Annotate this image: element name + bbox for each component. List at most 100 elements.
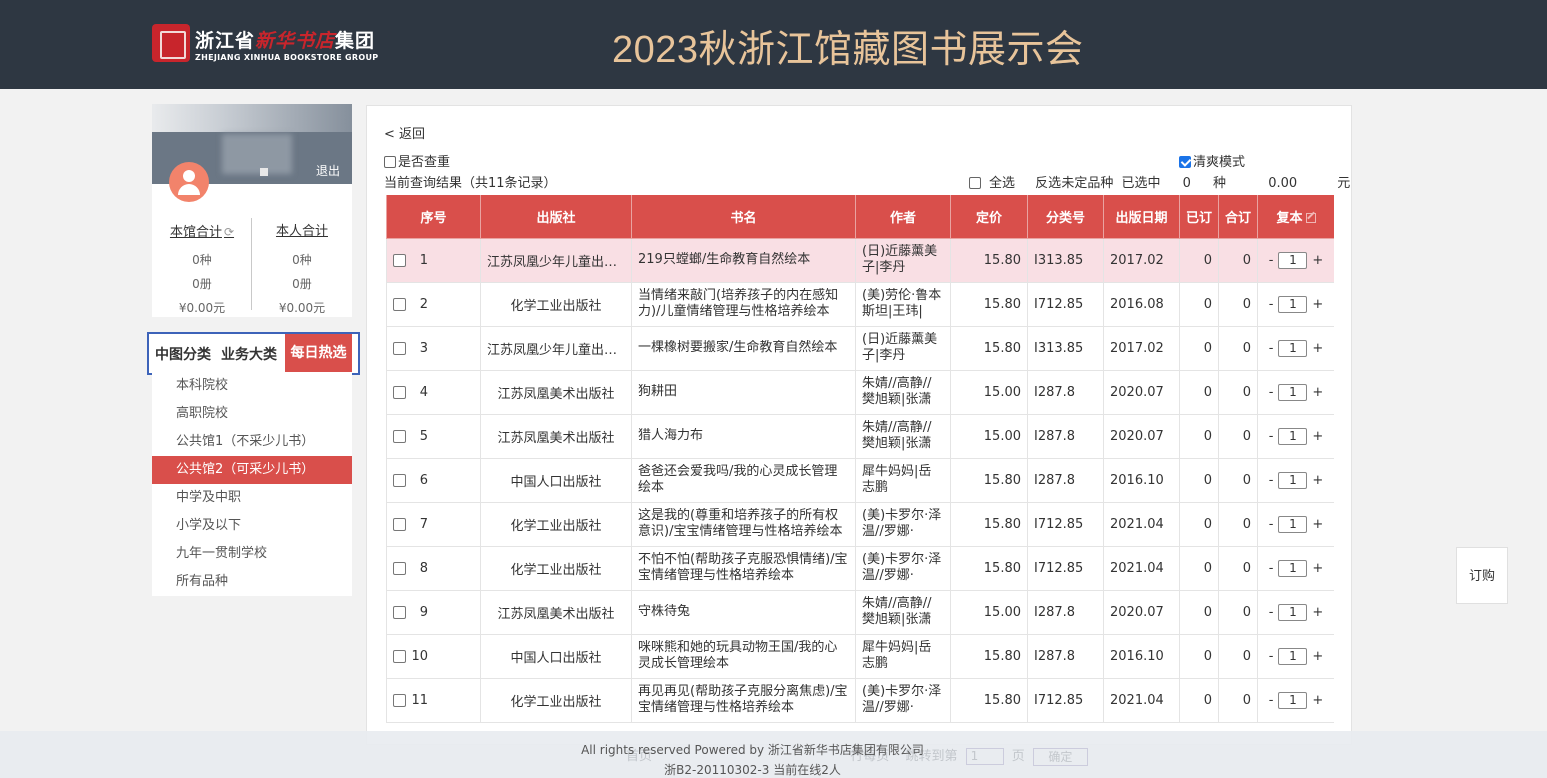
increment-button[interactable]: + [1312,517,1323,532]
book-title-link[interactable]: 再见再见(帮助孩子克服分离焦虑)/宝宝情绪管理与性格培养绘本 [638,684,849,716]
book-title-link[interactable]: 猎人海力布 [638,428,849,444]
increment-button[interactable]: + [1312,385,1323,400]
xinhua-logo[interactable]: 浙江省新华书店集团 ZHEJIANG XINHUA BOOKSTORE GROU… [152,22,397,64]
category-item[interactable]: 公共馆2（可采少儿书） [152,456,352,484]
book-title-link[interactable]: 这是我的(尊重和培养孩子的所有权意识)/宝宝情绪管理与性格培养绘本 [638,508,849,540]
table-row[interactable]: 11 化学工业出版社 再见再见(帮助孩子克服分离焦虑)/宝宝情绪管理与性格培养绘本 (… [386,677,1334,723]
book-title-link[interactable]: 当情绪来敲门(培养孩子的内在感知力)/儿童情绪管理与性格培养绘本 [638,288,849,320]
increment-button[interactable]: + [1312,693,1323,708]
book-title-link[interactable]: 219只螳螂/生命教育自然绘本 [638,252,849,268]
library-total-link[interactable]: 本馆合计 ⟳ [170,222,234,242]
decrement-button[interactable]: - [1269,561,1274,576]
increment-button[interactable]: + [1312,561,1323,576]
category-item[interactable]: 小学及以下 [152,512,352,540]
decrement-button[interactable]: - [1269,517,1274,532]
row-checkbox[interactable] [393,693,406,707]
col-header-copies[interactable]: 复本 [1257,195,1334,239]
decrement-button[interactable]: - [1269,385,1274,400]
table-row[interactable]: 3 江苏凤凰少年儿童出版社 一棵橡树要搬家/生命教育自然绘本 (日)近藤薰美子|李丹 1… [386,325,1334,371]
top-header: 浙江省新华书店集团 ZHEJIANG XINHUA BOOKSTORE GROU… [0,0,1547,89]
category-item[interactable]: 高职院校 [152,400,352,428]
decrement-button[interactable]: - [1269,605,1274,620]
decrement-button[interactable]: - [1269,297,1274,312]
tab-daily-hot[interactable]: 每日热选 [285,334,352,373]
checkbox-icon[interactable] [384,156,396,168]
book-title-link[interactable]: 守株待兔 [638,604,849,620]
increment-button[interactable]: + [1312,473,1323,488]
refresh-icon[interactable]: ⟳ [224,225,234,239]
book-title-link[interactable]: 咪咪熊和她的玩具动物王国/我的心灵成长管理绘本 [638,640,849,672]
dedupe-checkbox[interactable]: 是否查重 [384,151,450,170]
decrement-button[interactable]: - [1269,693,1274,708]
row-checkbox[interactable] [393,473,406,487]
book-title-link[interactable]: 爸爸还会爱我吗/我的心灵成长管理绘本 [638,464,849,496]
checkbox-checked-icon[interactable] [1179,156,1191,168]
row-checkbox[interactable] [393,517,406,531]
quantity-input[interactable]: 1 [1278,559,1308,577]
quantity-input[interactable]: 1 [1278,691,1308,709]
table-row[interactable]: 2 化学工业出版社 当情绪来敲门(培养孩子的内在感知力)/儿童情绪管理与性格培养绘本… [386,281,1334,327]
book-title-link[interactable]: 狗耕田 [638,384,849,400]
clean-mode-checkbox[interactable]: 清爽模式 [1179,151,1245,170]
table-row[interactable]: 6 中国人口出版社 爸爸还会爱我吗/我的心灵成长管理绘本 犀牛妈妈|岳志鹏 15.80 I… [386,457,1334,503]
quantity-input[interactable]: 1 [1278,515,1308,533]
author-cell: (日)近藤薰美子|李丹 [855,237,951,283]
tab-business-category[interactable]: 业务大类 [221,344,277,364]
quantity-input[interactable]: 1 [1278,647,1308,665]
increment-button[interactable]: + [1312,605,1323,620]
decrement-button[interactable]: - [1269,341,1274,356]
decrement-button[interactable]: - [1269,473,1274,488]
order-button[interactable]: 订购 [1456,547,1508,604]
kind-unit: 种 [1213,176,1227,191]
logout-link[interactable]: 退出 [316,162,340,179]
quantity-input[interactable]: 1 [1278,251,1308,269]
table-row[interactable]: 8 化学工业出版社 不怕不怕(帮助孩子克服恐惧情绪)/宝宝情绪管理与性格培养绘本 (美… [386,545,1334,591]
quantity-input[interactable]: 1 [1278,383,1308,401]
main-panel: < 返回 是否查重 清爽模式 当前查询结果（共11条记录） 全选 反选 未定品种… [366,105,1352,745]
category-item[interactable]: 九年一贯制学校 [152,540,352,568]
increment-button[interactable]: + [1312,297,1323,312]
edit-icon[interactable] [1305,212,1316,223]
row-checkbox[interactable] [393,561,406,575]
decrement-button[interactable]: - [1269,253,1274,268]
category-item[interactable]: 本科院校 [152,372,352,400]
row-checkbox[interactable] [393,253,406,267]
table-row[interactable]: 5 江苏凤凰美术出版社 猎人海力布 朱婧//高静//樊旭颖|张潇 15.00 I287.8… [386,413,1334,459]
row-checkbox[interactable] [393,605,406,619]
category-item[interactable]: 所有品种 [152,568,352,596]
table-row[interactable]: 1 江苏凤凰少年儿童出版社 219只螳螂/生命教育自然绘本 (日)近藤薰美子|李丹 15… [386,237,1334,283]
increment-button[interactable]: + [1312,649,1323,664]
decrement-button[interactable]: - [1269,429,1274,444]
table-row[interactable]: 7 化学工业出版社 这是我的(尊重和培养孩子的所有权意识)/宝宝情绪管理与性格培养绘… [386,501,1334,547]
increment-button[interactable]: + [1312,253,1323,268]
invert-selection-link[interactable]: 反选 [1035,176,1061,191]
increment-button[interactable]: + [1312,341,1323,356]
back-link[interactable]: < 返回 [384,123,425,142]
select-all-checkbox[interactable]: 全选 [969,176,1023,191]
book-title-link[interactable]: 一棵橡树要搬家/生命教育自然绘本 [638,340,849,356]
row-checkbox[interactable] [393,429,406,443]
category-item[interactable]: 中学及中职 [152,484,352,512]
quantity-input[interactable]: 1 [1278,603,1308,621]
checkbox-icon[interactable] [969,177,981,189]
book-title-link[interactable]: 不怕不怕(帮助孩子克服恐惧情绪)/宝宝情绪管理与性格培养绘本 [638,552,849,584]
quantity-input[interactable]: 1 [1278,427,1308,445]
tab-clc-category[interactable]: 中图分类 [155,344,211,364]
decrement-button[interactable]: - [1269,649,1274,664]
row-checkbox[interactable] [393,297,406,311]
table-row[interactable]: 4 江苏凤凰美术出版社 狗耕田 朱婧//高静//樊旭颖|张潇 15.00 I287.8 20… [386,369,1334,415]
row-checkbox[interactable] [393,385,406,399]
undecided-link[interactable]: 未定品种 [1061,176,1113,191]
row-checkbox[interactable] [393,341,406,355]
quantity-input[interactable]: 1 [1278,339,1308,357]
quantity-input[interactable]: 1 [1278,471,1308,489]
personal-total-link[interactable]: 本人合计 [276,222,328,242]
row-checkbox[interactable] [393,649,406,663]
quantity-input[interactable]: 1 [1278,295,1308,313]
table-row[interactable]: 10 中国人口出版社 咪咪熊和她的玩具动物王国/我的心灵成长管理绘本 犀牛妈妈|岳志鹏… [386,633,1334,679]
table-row[interactable]: 9 江苏凤凰美术出版社 守株待兔 朱婧//高静//樊旭颖|张潇 15.00 I287.8 2… [386,589,1334,635]
category-item[interactable]: 公共馆1（不采少儿书） [152,428,352,456]
quantity-stepper: -1 + [1257,237,1334,283]
book-table-wrapper[interactable]: 序号 出版社 书名 作者 定价 分类号 出版日期 已订 合订 复本 1 江苏凤凰少… [386,195,1334,725]
increment-button[interactable]: + [1312,429,1323,444]
